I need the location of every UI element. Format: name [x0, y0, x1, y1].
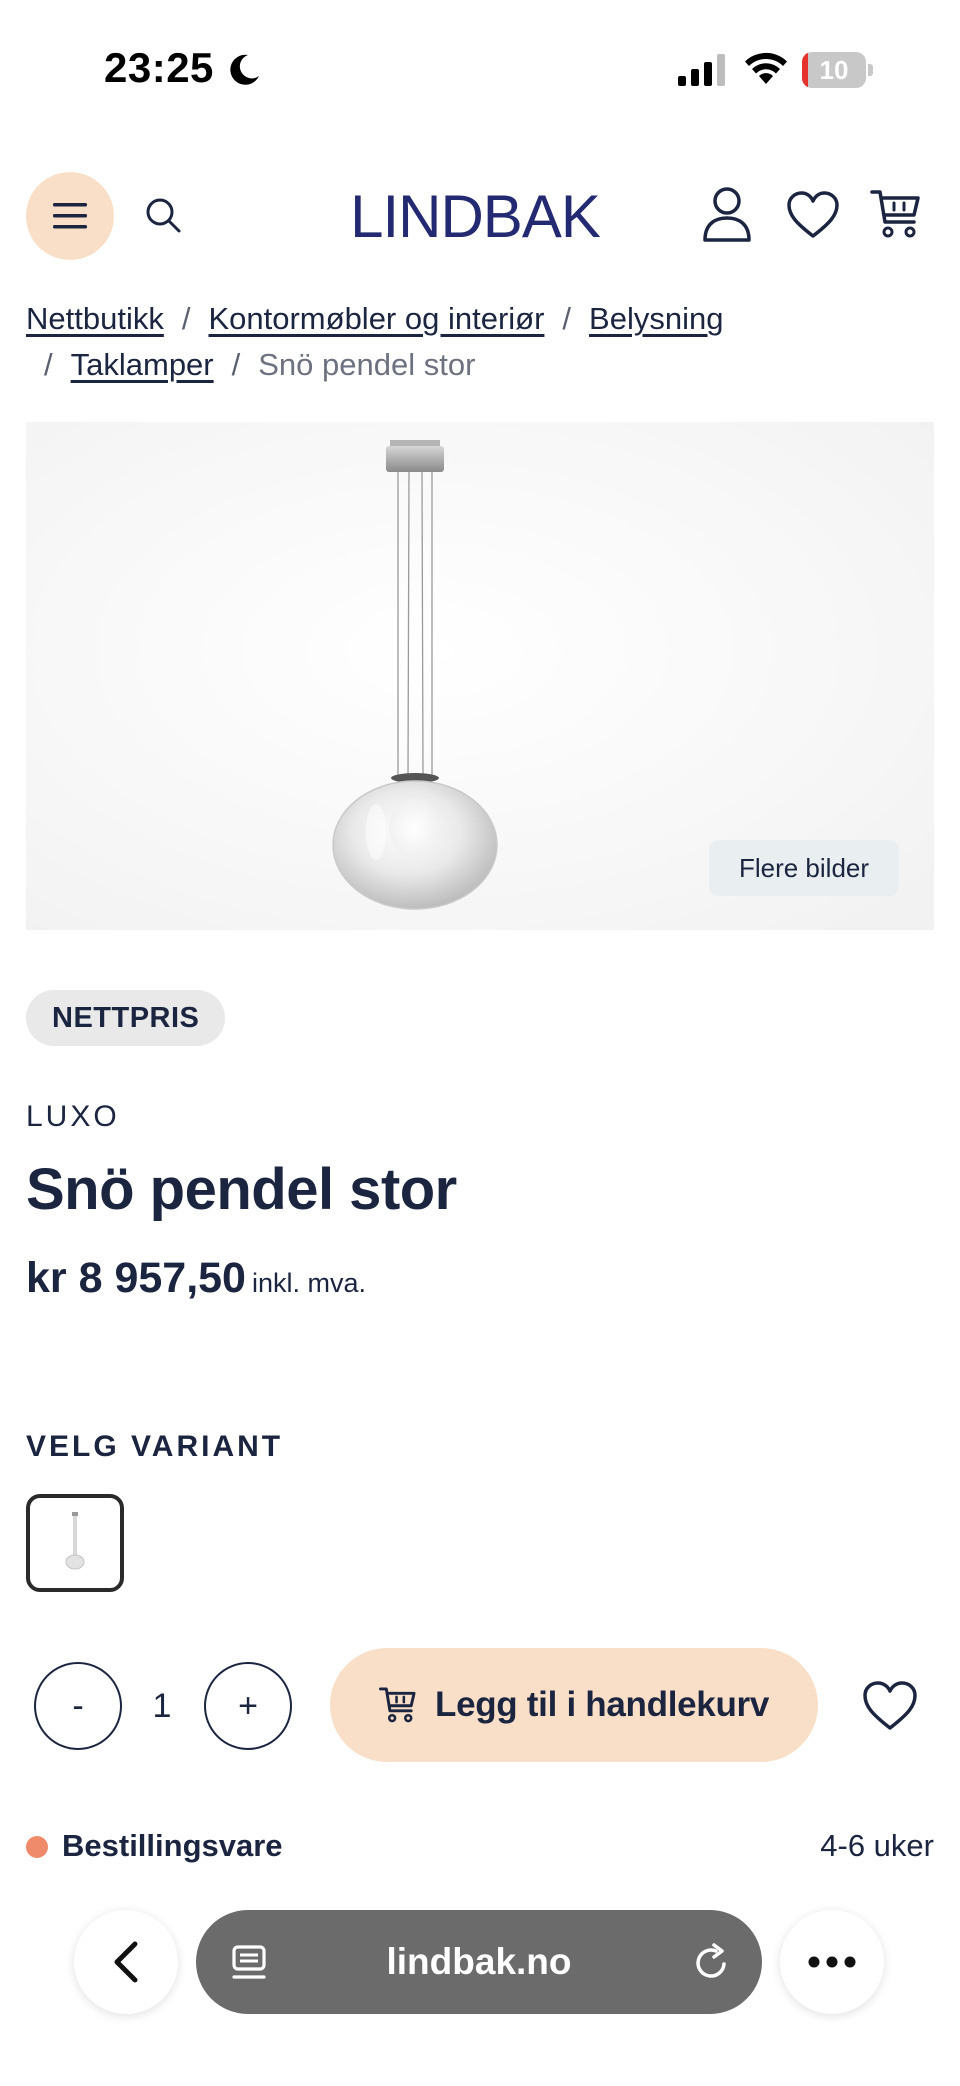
price-row: kr 8 957,50 inkl. mva. — [26, 1254, 366, 1303]
search-icon — [146, 198, 181, 233]
availability-row: Bestillingsvare 4-6 uker — [26, 1826, 934, 1866]
delivery-time: 4-6 uker — [820, 1828, 934, 1863]
breadcrumb-link-kontormobler[interactable]: Kontormøbler og interiør — [208, 301, 544, 336]
breadcrumb-separator: / — [181, 301, 191, 336]
heart-icon[interactable] — [862, 1680, 918, 1732]
breadcrumb-link-nettbutikk[interactable]: Nettbutikk — [26, 301, 164, 336]
breadcrumb-link-belysning[interactable]: Belysning — [589, 301, 723, 336]
breadcrumb: Nettbutikk / Kontormøbler og interiør / Bely… — [26, 296, 936, 388]
moon-icon — [230, 54, 259, 85]
add-to-cart-label: Legg til i handlekurv — [434, 1685, 770, 1724]
availability-status: Bestillingsvare — [62, 1828, 283, 1863]
more-horizontal-icon — [808, 1956, 856, 1968]
product-title: Snö pendel stor — [26, 1157, 457, 1222]
variant-heading: VELG VARIANT — [26, 1430, 284, 1463]
cart-icon — [378, 1687, 416, 1723]
wifi-icon — [745, 52, 787, 84]
quantity-decrease-button[interactable]: - — [34, 1662, 122, 1750]
menu-icon — [53, 203, 87, 229]
quantity-increase-button[interactable]: + — [204, 1662, 292, 1750]
browser-more-button[interactable] — [780, 1910, 884, 2014]
breadcrumb-separator: / — [231, 347, 241, 382]
search-button[interactable] — [138, 190, 188, 240]
add-to-cart-button[interactable]: Legg til i handlekurv — [330, 1648, 818, 1762]
reload-icon[interactable] — [692, 1942, 732, 1982]
nettpris-badge: NETTPRIS — [26, 990, 226, 1046]
status-bar: 23:25 10 — [0, 0, 960, 140]
price-vat-note: inkl. mva. — [251, 1268, 367, 1298]
product-brand[interactable]: LUXO — [26, 1100, 120, 1134]
breadcrumb-current: Snö pendel stor — [258, 347, 476, 382]
cart-icon[interactable] — [870, 188, 922, 240]
pendant-lamp-image — [332, 440, 498, 910]
user-icon[interactable] — [702, 186, 752, 242]
site-header: LINDBAK — [0, 160, 960, 270]
breadcrumb-link-taklamper[interactable]: Taklamper — [71, 347, 214, 382]
breadcrumb-separator: / — [44, 347, 53, 382]
browser-back-button[interactable] — [74, 1910, 178, 2014]
battery-level: 10 — [819, 55, 849, 85]
breadcrumb-separator: / — [562, 301, 572, 336]
product-price: kr 8 957,50 — [26, 1254, 246, 1302]
variant-thumbnail-image — [65, 1512, 85, 1570]
status-time: 23:25 — [104, 44, 214, 91]
address-bar[interactable]: lindbak.no — [196, 1910, 762, 2014]
site-logo[interactable]: LINDBAK — [330, 182, 620, 252]
variant-option-selected[interactable] — [26, 1494, 124, 1592]
product-image-gallery[interactable]: Flere bilder — [26, 422, 934, 930]
address-bar-url: lindbak.no — [386, 1941, 572, 1982]
chevron-left-icon — [114, 1941, 138, 1983]
menu-button[interactable] — [26, 172, 114, 260]
quantity-value[interactable]: 1 — [134, 1662, 190, 1750]
availability-status-dot — [26, 1836, 48, 1858]
more-images-button[interactable]: Flere bilder — [709, 840, 899, 896]
heart-icon[interactable] — [786, 190, 840, 240]
browser-toolbar: lindbak.no — [0, 1880, 960, 2086]
battery-indicator: 10 — [802, 52, 874, 88]
cellular-signal-icon — [678, 54, 725, 86]
